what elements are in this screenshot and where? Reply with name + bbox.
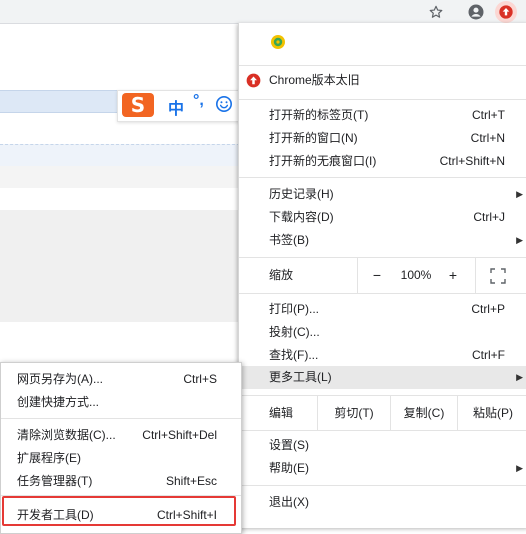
zoom-label: 缩放 [269,268,294,282]
zoom-divider [475,258,476,293]
chrome-main-menu: Chrome版本太旧 打开新的标签页(T) Ctrl+T 打开新的窗口(N) C… [238,23,526,528]
cut-button[interactable]: 剪切(T) [318,398,390,428]
update-arrow-icon [246,73,261,88]
find-label: 查找(F)... [269,348,319,362]
submenu-item-task-manager[interactable]: 任务管理器(T) Shift+Esc [1,470,241,493]
history-label: 历史记录(H) [269,187,334,201]
zoom-in-button[interactable]: + [443,264,463,287]
new-incognito-shortcut: Ctrl+Shift+N [439,154,505,168]
new-tab-shortcut: Ctrl+T [472,108,505,122]
update-chrome-notice[interactable]: Chrome版本太旧 [239,69,526,92]
page-gray-row [0,166,240,189]
new-window-shortcut: Ctrl+N [470,131,505,145]
menu-item-downloads[interactable]: 下载内容(D) Ctrl+J [239,206,526,229]
update-badge [495,0,517,23]
menu-separator [239,293,526,294]
help-label: 帮助(E) [269,461,309,475]
star-outline-icon[interactable] [425,0,447,23]
submenu-arrow-icon: ▶ [516,372,523,382]
more-tools-label: 更多工具(L) [269,370,332,384]
submenu-arrow-icon: ▶ [516,189,523,199]
menu-item-cast[interactable]: 投射(C)... [239,321,526,344]
menu-separator [1,418,241,419]
menu-separator [239,485,526,486]
submenu-item-clear-data[interactable]: 清除浏览数据(C)... Ctrl+Shift+Del [1,424,241,447]
page-light-row [0,144,240,168]
extension-icon[interactable] [270,34,286,50]
menu-item-help[interactable]: 帮助(E) ▶ [239,457,526,480]
page-white-area [0,322,240,362]
menu-item-settings[interactable]: 设置(S) [239,434,526,457]
page-header-area [0,24,240,90]
save-page-shortcut: Ctrl+S [183,372,217,386]
submenu-item-save-page[interactable]: 网页另存为(A)... Ctrl+S [1,368,241,391]
paste-button[interactable]: 粘贴(P) [458,398,526,428]
print-label: 打印(P)... [269,302,319,316]
task-manager-shortcut: Shift+Esc [165,474,217,488]
save-page-label: 网页另存为(A)... [17,372,103,386]
update-notice-label: Chrome版本太旧 [269,73,360,87]
menu-item-new-incognito[interactable]: 打开新的无痕窗口(I) Ctrl+Shift+N [239,150,526,173]
menu-item-print[interactable]: 打印(P)... Ctrl+P [239,298,526,321]
copy-button[interactable]: 复制(C) [391,398,457,428]
bookmarks-label: 书签(B) [269,233,309,247]
ime-punctuation-mode[interactable]: °, [193,92,204,110]
dev-tools-highlight-box [2,496,236,526]
menu-separator [239,65,526,66]
exit-label: 退出(X) [269,495,309,509]
menu-item-new-tab[interactable]: 打开新的标签页(T) Ctrl+T [239,104,526,127]
clear-data-shortcut: Ctrl+Shift+Del [142,428,217,442]
extensions-label: 扩展程序(E) [17,451,81,465]
print-shortcut: Ctrl+P [471,302,505,316]
menu-separator [239,395,526,396]
page-gray-panel [0,210,240,323]
new-window-label: 打开新的窗口(N) [269,131,358,145]
submenu-arrow-icon: ▶ [516,463,523,473]
menu-item-find[interactable]: 查找(F)... Ctrl+F [239,344,526,367]
zoom-out-button[interactable]: − [367,264,387,287]
find-shortcut: Ctrl+F [472,348,505,362]
zoom-divider [357,258,358,293]
edit-label: 编辑 [269,406,294,420]
new-tab-label: 打开新的标签页(T) [269,108,369,122]
menu-separator [239,430,526,431]
new-incognito-label: 打开新的无痕窗口(I) [269,154,377,168]
clear-data-label: 清除浏览数据(C)... [17,428,116,442]
submenu-item-create-shortcut[interactable]: 创建快捷方式... [1,391,241,414]
menu-separator [239,99,526,100]
submenu-arrow-icon: ▶ [516,235,523,245]
menu-item-new-window[interactable]: 打开新的窗口(N) Ctrl+N [239,127,526,150]
task-manager-label: 任务管理器(T) [17,474,93,488]
menu-item-more-tools[interactable]: 更多工具(L) ▶ [239,366,526,389]
menu-item-history[interactable]: 历史记录(H) ▶ [239,183,526,206]
browser-toolbar [0,0,526,24]
create-shortcut-label: 创建快捷方式... [17,395,100,409]
zoom-level-value: 100% [400,268,432,282]
account-circle-icon[interactable] [465,0,487,23]
ime-toolbar[interactable]: S 中 °, [117,90,241,122]
page-white-row [0,188,240,211]
settings-label: 设置(S) [269,438,309,452]
menu-separator [239,177,526,178]
sogou-logo[interactable]: S [122,93,154,117]
submenu-item-extensions[interactable]: 扩展程序(E) [1,447,241,470]
menu-item-exit[interactable]: 退出(X) [239,491,526,514]
menu-item-bookmarks[interactable]: 书签(B) ▶ [239,229,526,252]
menu-separator [239,257,526,258]
downloads-label: 下载内容(D) [269,210,334,224]
downloads-shortcut: Ctrl+J [473,210,505,224]
cast-label: 投射(C)... [269,325,320,339]
fullscreen-icon[interactable] [490,268,506,284]
ime-language-mode[interactable]: 中 [168,95,184,119]
emoji-smile-icon[interactable] [215,95,233,113]
chrome-update-arrow-icon[interactable] [493,0,519,23]
extension-icon-row [239,31,526,53]
